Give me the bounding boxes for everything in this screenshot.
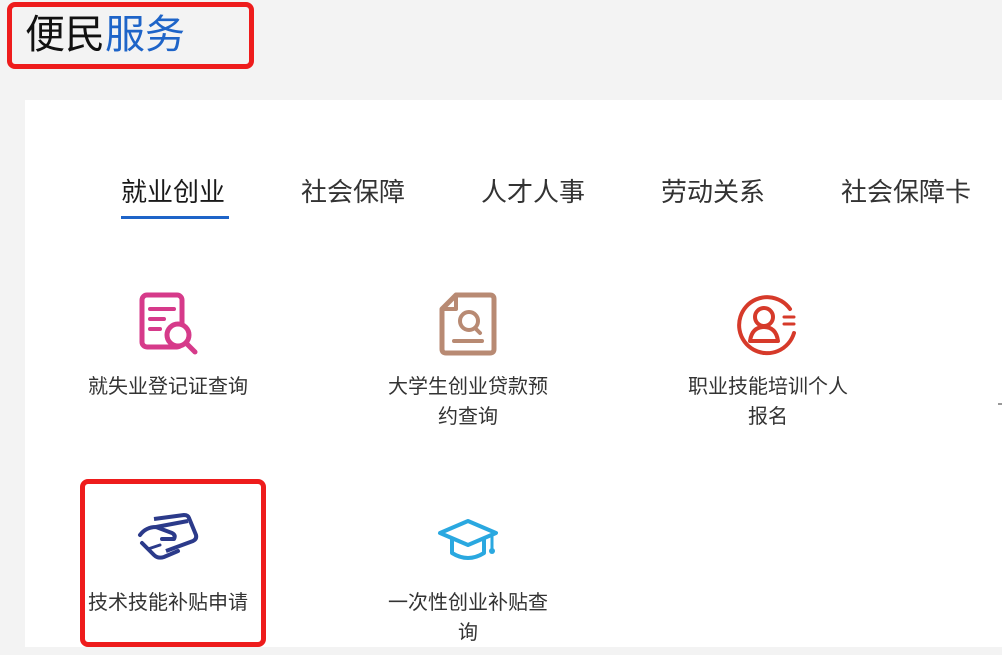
graduation-cap-icon (438, 519, 498, 560)
certificate-search-icon (439, 292, 497, 356)
active-tab-underline (121, 216, 229, 219)
section-title: 便民服务 (25, 8, 185, 62)
clipped-tile-edge (998, 403, 1002, 405)
section-title-black: 便民 (25, 12, 105, 58)
tab-labor-relations[interactable]: 劳动关系 (661, 176, 765, 210)
tab-employment[interactable]: 就业创业 (121, 176, 225, 210)
tab-talent-personnel[interactable]: 人才人事 (481, 176, 585, 210)
service-one-time-startup-subsidy-query[interactable]: 一次性创业补贴查询 (378, 505, 558, 655)
service-skill-subsidy-application[interactable]: 技术技能补贴申请 (78, 505, 258, 655)
hand-card-icon (138, 513, 199, 560)
section-title-blue: 服务 (105, 12, 185, 58)
service-label: 技术技能补贴申请 (88, 590, 248, 614)
document-search-icon (139, 292, 198, 355)
service-label: 就失业登记证查询 (88, 374, 248, 398)
service-college-startup-loan-query[interactable]: 大学生创业贷款预约查询 (378, 289, 558, 439)
tab-social-security[interactable]: 社会保障 (301, 176, 405, 210)
tab-social-security-card[interactable]: 社会保障卡 (841, 176, 971, 210)
services-panel: 就业创业 社会保障 人才人事 劳动关系 社会保障卡 就失业登记证查询 大学生创业… (25, 100, 1002, 647)
service-label: 大学生创业贷款预约查询 (388, 374, 548, 428)
person-list-icon (737, 295, 796, 356)
service-unemployment-registration-query[interactable]: 就失业登记证查询 (78, 289, 258, 439)
service-label: 职业技能培训个人报名 (688, 374, 848, 428)
service-vocational-training-signup[interactable]: 职业技能培训个人报名 (678, 289, 858, 439)
service-label: 一次性创业补贴查询 (388, 590, 548, 644)
